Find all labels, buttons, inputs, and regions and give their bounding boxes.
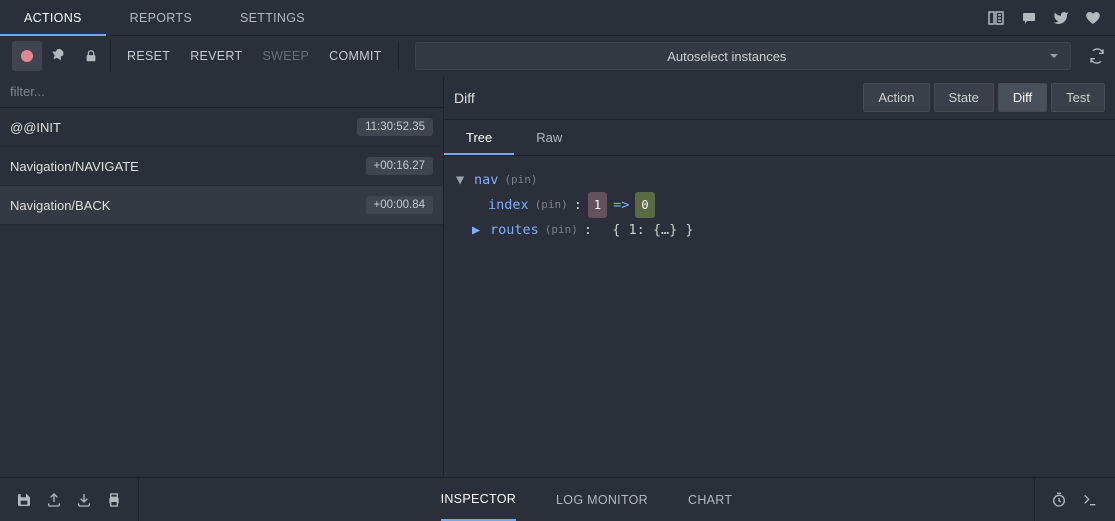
action-time: +00:16.27 <box>366 157 433 175</box>
action-item[interactable]: @@INIT 11:30:52.35 <box>0 108 443 147</box>
revert-button[interactable]: REVERT <box>184 43 248 69</box>
docs-icon[interactable] <box>987 10 1005 26</box>
lock-button[interactable] <box>76 41 106 71</box>
arrow-right-icon: ▶ <box>472 218 484 242</box>
action-name: @@INIT <box>10 120 61 135</box>
save-icon[interactable] <box>16 492 32 508</box>
sync-button[interactable] <box>1079 36 1115 76</box>
bottom-tab-log-monitor[interactable]: LOG MONITOR <box>556 478 648 521</box>
pin-label: (pin) <box>504 168 537 192</box>
bottom-tab-chart[interactable]: CHART <box>688 478 732 521</box>
tab-reports[interactable]: REPORTS <box>106 0 216 36</box>
instance-selector-label: Autoselect instances <box>416 49 1038 64</box>
action-item[interactable]: Navigation/NAVIGATE +00:16.27 <box>0 147 443 186</box>
console-icon[interactable] <box>1081 492 1099 508</box>
new-value-badge: 0 <box>635 192 654 218</box>
action-time: +00:00.84 <box>366 196 433 214</box>
sweep-button[interactable]: SWEEP <box>256 43 315 69</box>
arrow-down-icon: ▼ <box>456 168 468 192</box>
filter-input[interactable] <box>0 76 443 108</box>
pin-label: (pin) <box>545 218 578 242</box>
tree-key: index <box>488 193 529 217</box>
action-item[interactable]: Navigation/BACK +00:00.84 <box>0 186 443 225</box>
export-icon[interactable] <box>46 492 62 508</box>
print-icon[interactable] <box>106 492 122 508</box>
tree-node-routes[interactable]: ▶ routes (pin): { 1: {…} } <box>456 218 1103 242</box>
tree-node-nav[interactable]: ▼ nav (pin) <box>456 168 1103 192</box>
tree-key: nav <box>474 168 498 192</box>
action-name: Navigation/NAVIGATE <box>10 159 139 174</box>
timer-icon[interactable] <box>1051 492 1067 508</box>
bottom-tab-inspector[interactable]: INSPECTOR <box>441 478 516 521</box>
pin-label: (pin) <box>535 193 568 217</box>
record-button[interactable] <box>12 41 42 71</box>
twitter-icon[interactable] <box>1053 10 1069 26</box>
tree-val: { 1: {…} } <box>612 218 693 242</box>
commit-button[interactable]: COMMIT <box>323 43 387 69</box>
view-test-button[interactable]: Test <box>1051 83 1105 112</box>
tab-settings[interactable]: SETTINGS <box>216 0 329 36</box>
chevron-down-icon <box>1038 50 1070 62</box>
view-action-button[interactable]: Action <box>863 83 929 112</box>
view-diff-button[interactable]: Diff <box>998 83 1047 112</box>
subtab-tree[interactable]: Tree <box>444 120 514 155</box>
import-icon[interactable] <box>76 492 92 508</box>
action-name: Navigation/BACK <box>10 198 110 213</box>
tab-actions[interactable]: ACTIONS <box>0 0 106 36</box>
chat-icon[interactable] <box>1021 10 1037 26</box>
instance-selector[interactable]: Autoselect instances <box>415 42 1071 70</box>
old-value-badge: 1 <box>588 192 607 218</box>
view-state-button[interactable]: State <box>934 83 994 112</box>
subtab-raw[interactable]: Raw <box>514 120 584 155</box>
tree-node-index[interactable]: index (pin): 1 => 0 <box>456 192 1103 218</box>
action-time: 11:30:52.35 <box>357 118 433 136</box>
arrow-operator: => <box>613 193 629 217</box>
tree-key: routes <box>490 218 539 242</box>
panel-title: Diff <box>454 90 475 106</box>
heart-icon[interactable] <box>1085 10 1101 26</box>
reset-button[interactable]: RESET <box>121 43 176 69</box>
pin-button[interactable] <box>44 41 74 71</box>
